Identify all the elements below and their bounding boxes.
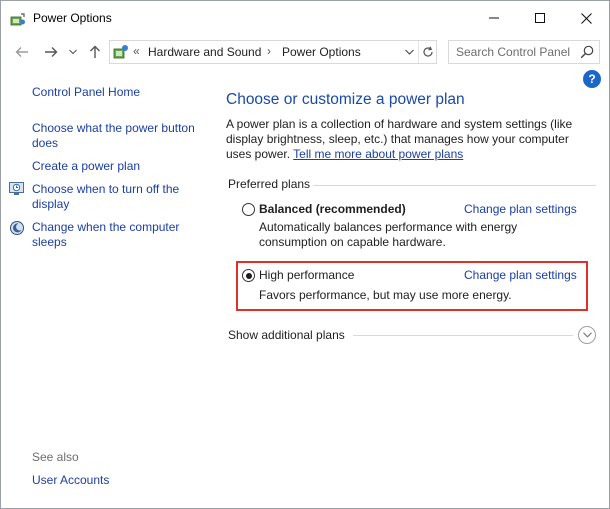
section-divider (313, 185, 596, 186)
balanced-plan-name[interactable]: Balanced (recommended) (259, 202, 406, 216)
high-performance-plan-name[interactable]: High performance (259, 268, 354, 282)
page-title: Choose or customize a power plan (226, 91, 465, 108)
window-title: Power Options (33, 11, 112, 25)
display-timer-icon (9, 181, 25, 197)
computer-sleeps-link[interactable]: Change when the computer sleeps (32, 220, 207, 250)
search-icon (580, 45, 594, 59)
user-accounts-link[interactable]: User Accounts (32, 473, 109, 488)
power-options-icon (10, 11, 26, 27)
high-performance-plan-radio[interactable] (242, 269, 255, 282)
close-button[interactable] (563, 1, 609, 35)
expand-additional-plans-button[interactable] (578, 326, 596, 344)
breadcrumb-separator[interactable]: › (267, 44, 271, 58)
refresh-icon (422, 46, 433, 57)
turn-off-display-link[interactable]: Choose when to turn off the display (32, 182, 207, 212)
back-button[interactable] (12, 42, 32, 62)
see-also-heading: See also (32, 450, 79, 464)
preferred-plans-heading: Preferred plans (228, 177, 311, 191)
minimize-button[interactable] (471, 1, 517, 35)
learn-more-link[interactable]: Tell me more about power plans (293, 147, 463, 161)
additional-plans-divider (353, 335, 573, 336)
breadcrumb-overflow[interactable]: « (133, 44, 140, 58)
address-dropdown-button[interactable] (401, 41, 417, 63)
power-options-window: Power Options « Hardware and Sound › Pow… (0, 0, 610, 509)
chevron-down-icon (582, 332, 592, 338)
recent-locations-button[interactable] (66, 42, 80, 62)
high-performance-plan-description: Favors performance, but may use more ene… (259, 288, 512, 302)
breadcrumb-power-options[interactable]: Power Options (282, 45, 361, 59)
search-input[interactable]: Search Control Panel (456, 45, 570, 59)
create-power-plan-link[interactable]: Create a power plan (32, 159, 140, 174)
control-panel-icon (113, 44, 129, 60)
page-description: A power plan is a collection of hardware… (226, 117, 596, 162)
help-button[interactable]: ? (583, 70, 601, 88)
search-box[interactable]: Search Control Panel (448, 40, 600, 64)
title-bar[interactable]: Power Options (1, 1, 609, 35)
navigation-bar: « Hardware and Sound › Power Options Sea… (1, 37, 609, 67)
minimize-icon (489, 17, 499, 19)
back-arrow-icon (15, 47, 28, 57)
chevron-down-icon (404, 49, 414, 55)
address-bar[interactable]: « Hardware and Sound › Power Options (109, 40, 437, 64)
power-button-link[interactable]: Choose what the power button does (32, 121, 207, 151)
balanced-plan-description: Automatically balances performance with … (259, 220, 518, 249)
maximize-button[interactable] (517, 1, 563, 35)
maximize-icon (535, 13, 545, 23)
forward-button[interactable] (41, 42, 61, 62)
chevron-down-icon (69, 49, 77, 55)
show-additional-plans-label[interactable]: Show additional plans (228, 328, 345, 342)
radio-selected-dot (245, 272, 252, 279)
high-performance-change-settings-link[interactable]: Change plan settings (464, 268, 577, 282)
balanced-plan-radio[interactable] (242, 203, 255, 216)
balanced-change-settings-link[interactable]: Change plan settings (464, 202, 577, 216)
forward-arrow-icon (45, 47, 58, 57)
control-panel-home-link[interactable]: Control Panel Home (32, 85, 140, 100)
sleep-moon-icon (9, 220, 25, 236)
up-arrow-icon (90, 45, 100, 58)
breadcrumb-hardware-and-sound[interactable]: Hardware and Sound (148, 45, 261, 59)
close-icon (580, 12, 592, 24)
refresh-button[interactable] (418, 41, 436, 63)
up-button[interactable] (85, 42, 105, 62)
